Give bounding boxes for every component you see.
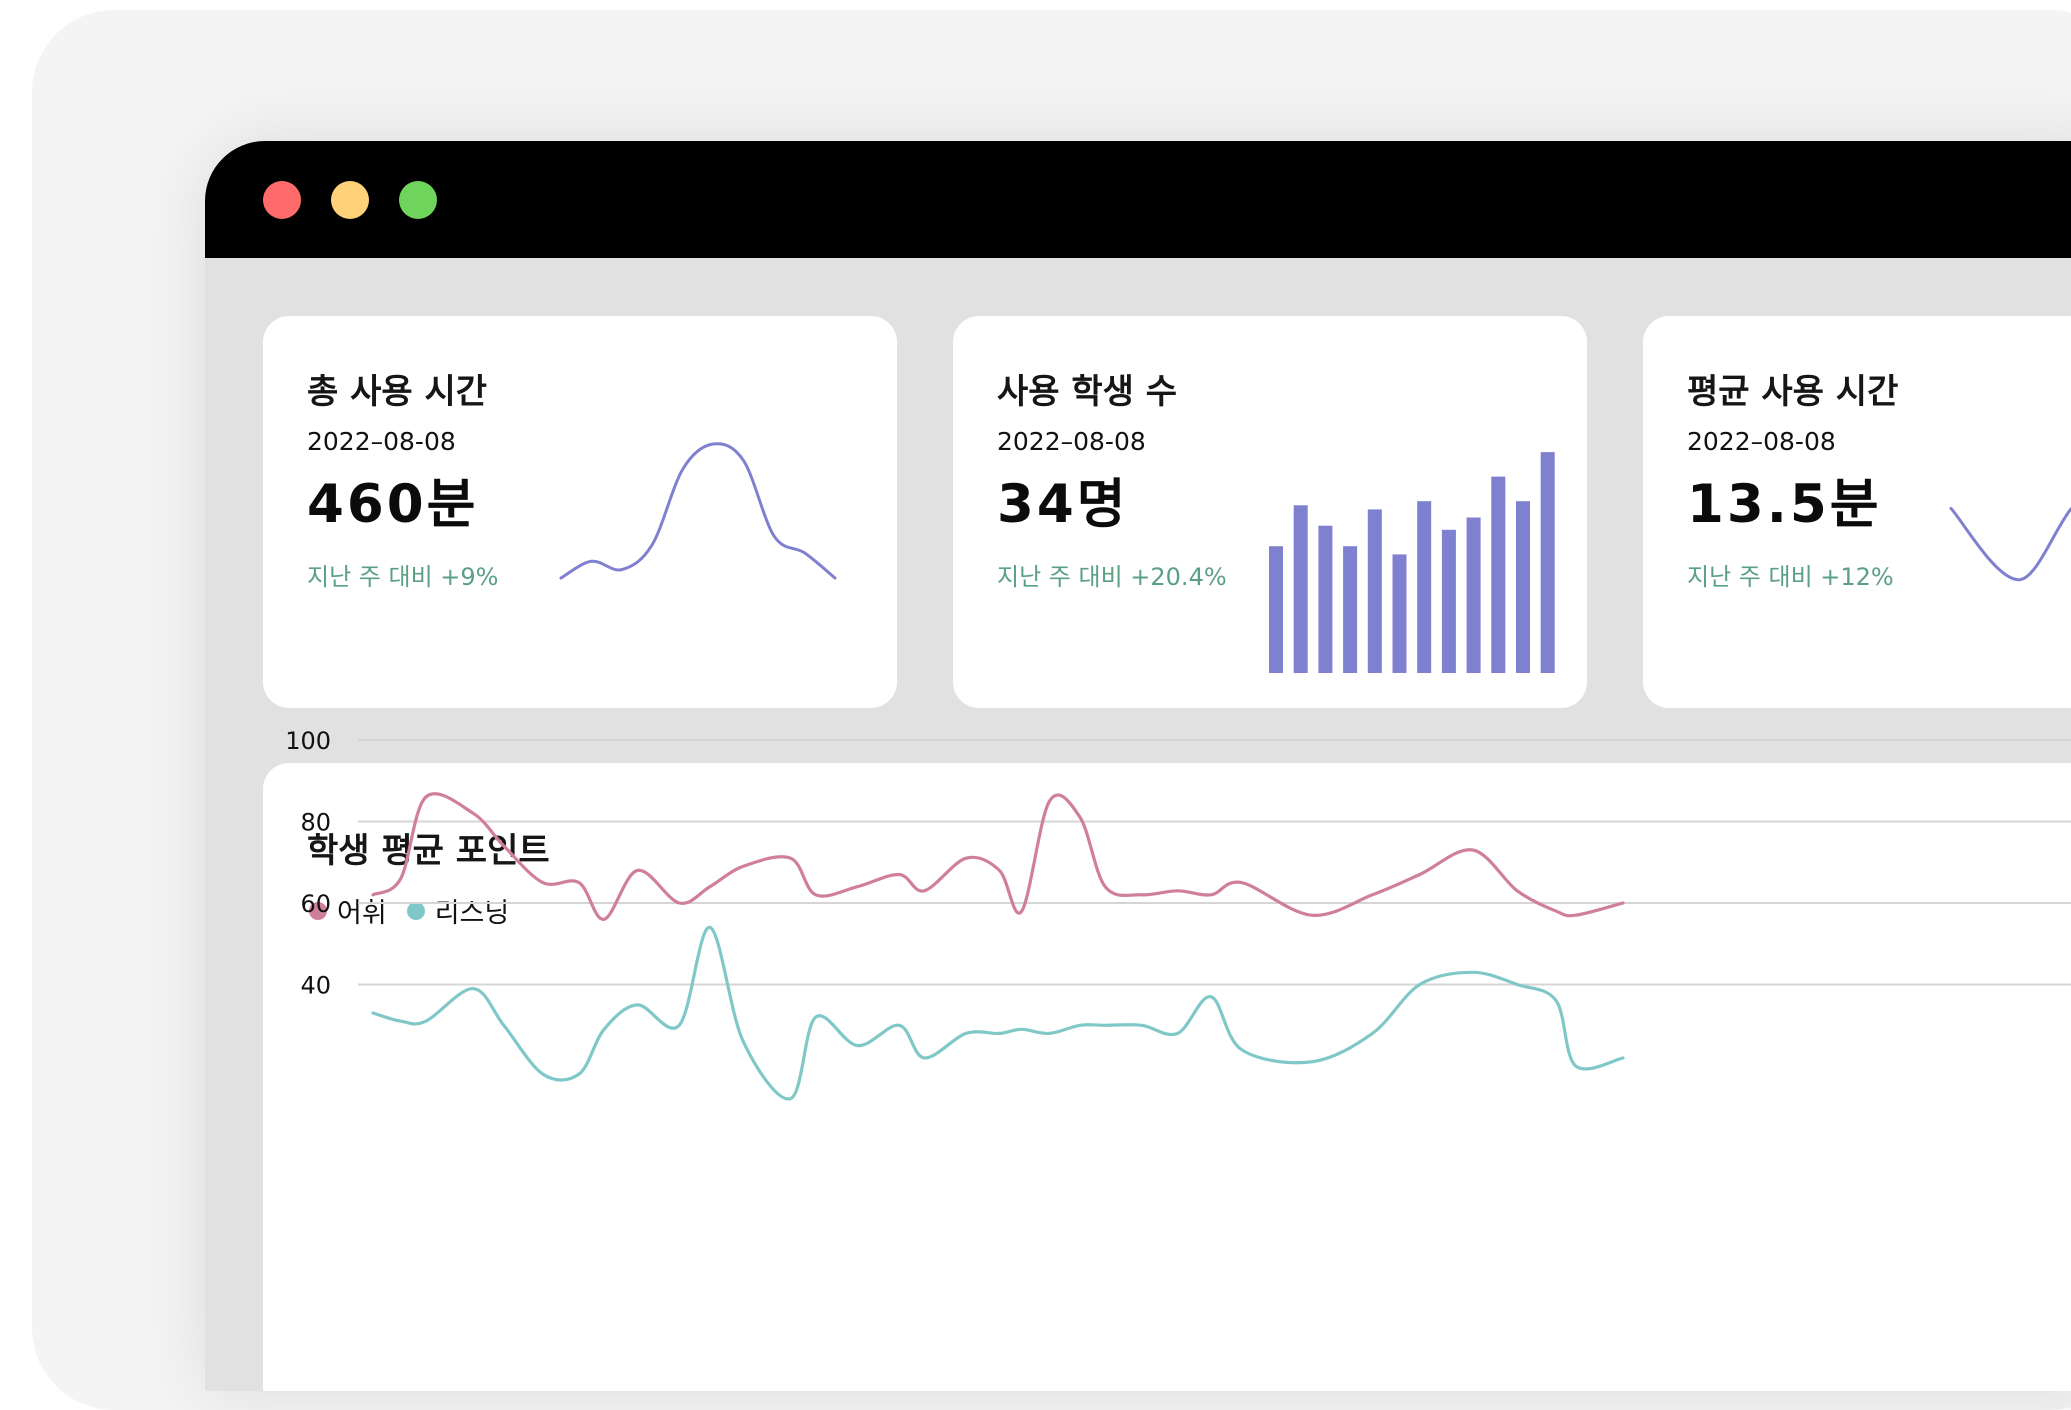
stat-card-change: 지난 주 대비 +9% bbox=[307, 563, 499, 591]
stat-card-value: 460분 bbox=[307, 474, 479, 535]
stat-card-title: 평균 사용 시간 bbox=[1687, 372, 1899, 412]
sparkline-chart bbox=[559, 442, 837, 580]
bar bbox=[1269, 546, 1283, 673]
series-line bbox=[371, 925, 1625, 1101]
bar bbox=[1293, 505, 1308, 673]
bar bbox=[1367, 509, 1382, 673]
stat-card-value: 34명 bbox=[997, 474, 1129, 535]
browser-window: 총 사용 시간 2022–08-08 460분 지난 주 대비 +9% 사용 학… bbox=[205, 141, 2071, 1391]
stat-card-change: 지난 주 대비 +20.4% bbox=[997, 563, 1227, 591]
bar bbox=[1441, 529, 1456, 673]
y-tick-label: 80 bbox=[300, 809, 331, 837]
bar bbox=[1318, 525, 1333, 673]
minimize-window-button[interactable] bbox=[331, 181, 369, 219]
bar bbox=[1466, 517, 1481, 673]
window-titlebar bbox=[205, 141, 2071, 258]
maximize-window-button[interactable] bbox=[399, 181, 437, 219]
stat-card-value: 13.5분 bbox=[1687, 474, 1882, 535]
y-tick-label: 40 bbox=[300, 972, 331, 1000]
sparkline-chart bbox=[1949, 506, 2071, 582]
student-points-chart-card: 학생 평균 포인트 어휘 리스닝 100 80 60 40 bbox=[263, 727, 2071, 1391]
stat-card-date: 2022–08-08 bbox=[307, 427, 456, 456]
bar bbox=[1392, 554, 1407, 673]
stat-card-title: 사용 학생 수 bbox=[997, 372, 1178, 412]
line-chart: 100 80 60 40 bbox=[285, 727, 2071, 1101]
bar bbox=[1491, 476, 1506, 673]
stat-card-title: 총 사용 시간 bbox=[307, 372, 488, 412]
stat-card-average-time: 평균 사용 시간 2022–08-08 13.5분 지난 주 대비 +12% bbox=[1643, 316, 2071, 708]
y-tick-label: 100 bbox=[285, 727, 331, 755]
stat-card-students: 사용 학생 수 2022–08-08 34명 지난 주 대비 +20.4% bbox=[953, 316, 1587, 708]
stat-card-total-time: 총 사용 시간 2022–08-08 460분 지난 주 대비 +9% bbox=[263, 316, 897, 708]
stat-card-date: 2022–08-08 bbox=[997, 427, 1146, 456]
bar bbox=[1417, 501, 1432, 673]
bar bbox=[1343, 546, 1358, 673]
sparkline-path bbox=[1949, 506, 2071, 582]
bar bbox=[1540, 452, 1555, 673]
bar bbox=[1516, 501, 1530, 673]
sparkline-path bbox=[559, 442, 837, 580]
bar-sparkline-chart bbox=[1269, 452, 1555, 673]
series-line bbox=[371, 792, 1625, 921]
y-tick-label: 60 bbox=[300, 890, 331, 918]
stat-card-date: 2022–08-08 bbox=[1687, 427, 1836, 456]
close-window-button[interactable] bbox=[263, 181, 301, 219]
stat-card-change: 지난 주 대비 +12% bbox=[1687, 563, 1894, 591]
